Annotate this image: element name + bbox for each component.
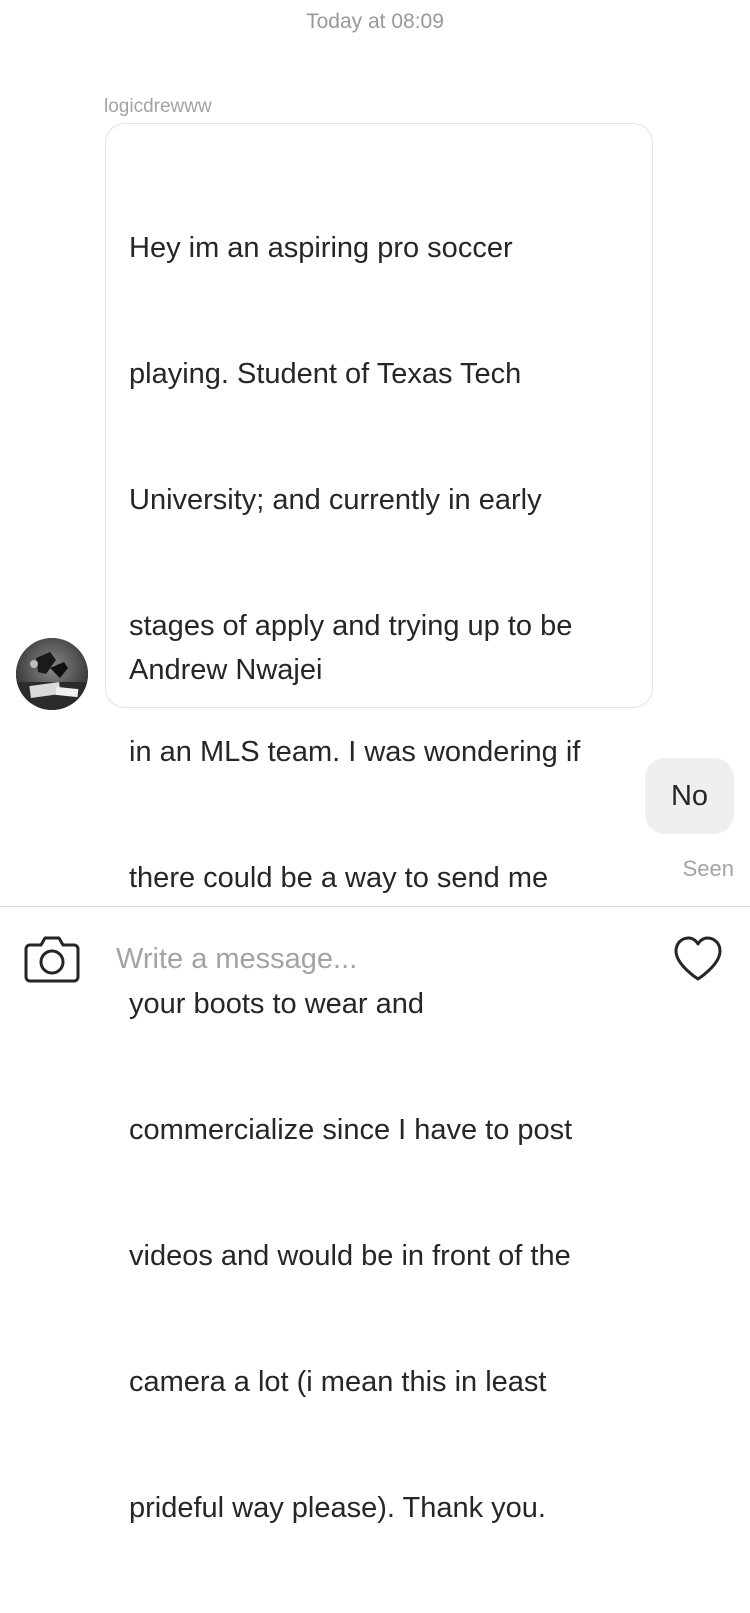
camera-icon[interactable] — [24, 933, 80, 985]
message-line: camera a lot (i mean this in least — [129, 1366, 547, 1398]
message-line: playing. Student of Texas Tech — [129, 358, 522, 390]
message-input[interactable] — [116, 933, 636, 985]
incoming-message-text: Hey im an aspiring pro soccer playing. S… — [129, 143, 632, 1613]
outgoing-message-bubble[interactable]: No — [645, 758, 734, 834]
message-line: videos and would be in front of the — [129, 1240, 571, 1272]
heart-icon[interactable] — [672, 935, 724, 983]
thread-timestamp: Today at 08:09 — [306, 10, 444, 33]
message-line: Hey im an aspiring pro soccer — [129, 232, 513, 264]
message-signature: Andrew Nwajei — [129, 654, 323, 686]
message-line: University; and currently in early — [129, 484, 542, 516]
message-line: there could be a way to send me — [129, 862, 549, 894]
message-line: in an MLS team. I was wondering if — [129, 736, 581, 768]
message-line: prideful way please). Thank you. — [129, 1492, 546, 1524]
seen-status: Seen — [682, 856, 734, 881]
message-line: stages of apply and trying up to be — [129, 610, 573, 642]
user-avatar-image — [16, 638, 88, 710]
sender-avatar[interactable] — [16, 638, 88, 710]
message-line: commercialize since I have to post — [129, 1114, 573, 1146]
sender-username[interactable]: logicdrewww — [104, 96, 212, 118]
incoming-message-bubble[interactable]: Hey im an aspiring pro soccer playing. S… — [105, 123, 653, 1524]
message-composer — [0, 906, 750, 1009]
